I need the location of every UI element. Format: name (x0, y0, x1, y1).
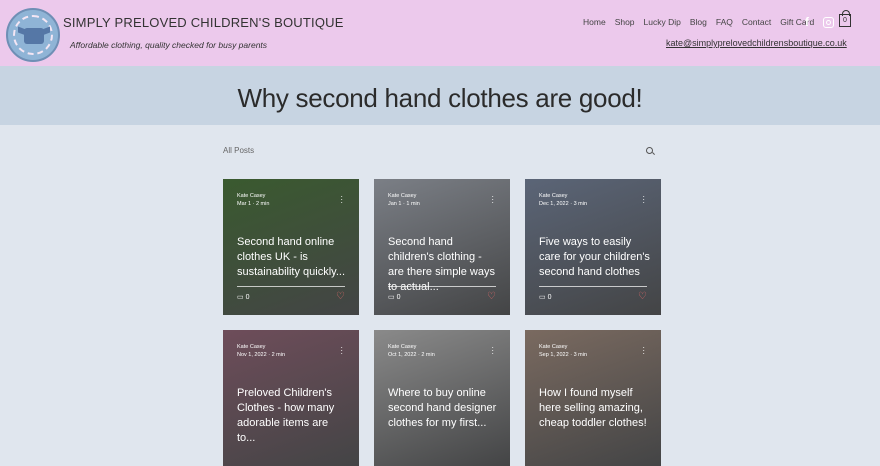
like-heart-icon[interactable]: ♡ (336, 291, 345, 302)
nav-contact[interactable]: Contact (742, 17, 771, 27)
more-options-icon[interactable]: · · · (491, 344, 494, 358)
post-read-time: 3 min (573, 201, 588, 207)
post-author[interactable]: Kate Casey (237, 343, 285, 351)
post-author[interactable]: Kate Casey (388, 192, 420, 200)
blog-card[interactable]: Kate Casey Oct 1, 2022 · 2 min · · · Where… (374, 330, 510, 466)
post-date: Nov 1, 2022 (237, 352, 267, 358)
search-icon[interactable] (646, 147, 653, 154)
instagram-icon[interactable] (823, 16, 834, 28)
post-meta: Kate Casey Dec 1, 2022 · 3 min (539, 192, 588, 207)
nav-home[interactable]: Home (583, 17, 606, 27)
brand-logo[interactable] (6, 8, 60, 62)
post-author[interactable]: Kate Casey (388, 343, 435, 351)
post-date: Sep 1, 2022 (539, 352, 569, 358)
post-date: Mar 1 (237, 201, 252, 207)
divider (539, 286, 647, 287)
social-links: f (805, 16, 834, 28)
brand-tagline: Affordable clothing, quality checked for… (70, 40, 268, 50)
post-meta: Kate Casey Mar 1 · 2 min (237, 192, 270, 207)
more-options-icon[interactable]: · · · (491, 193, 494, 207)
post-meta: Kate Casey Sep 1, 2022 · 3 min (539, 343, 588, 358)
more-options-icon[interactable]: · · · (340, 193, 343, 207)
facebook-icon[interactable]: f (805, 16, 815, 28)
hero-banner: Why second hand clothes are good! (0, 66, 880, 125)
post-date: Oct 1, 2022 (388, 352, 417, 358)
post-title[interactable]: Where to buy online second hand designer… (388, 386, 500, 431)
post-date: Dec 1, 2022 (539, 201, 569, 207)
nav-faq[interactable]: FAQ (716, 17, 733, 27)
brand-name[interactable]: SIMPLY PRELOVED CHILDREN'S BOUTIQUE (63, 15, 344, 30)
email-link[interactable]: kate@simplyprelovedchildrensboutique.co.… (666, 38, 847, 48)
post-date: Jan 1 (388, 201, 402, 207)
divider (388, 286, 496, 287)
post-meta: Kate Casey Oct 1, 2022 · 2 min (388, 343, 435, 358)
like-heart-icon[interactable]: ♡ (487, 291, 496, 302)
more-options-icon[interactable]: · · · (642, 344, 645, 358)
page-title: Why second hand clothes are good! (237, 83, 643, 113)
all-posts-filter[interactable]: All Posts (223, 146, 254, 155)
nav-shop[interactable]: Shop (615, 17, 635, 27)
blog-card[interactable]: Kate Casey Jan 1 · 1 min · · · Second hand… (374, 179, 510, 315)
blog-card[interactable]: Kate Casey Nov 1, 2022 · 2 min · · · Prelo… (223, 330, 359, 466)
post-title[interactable]: How I found myself here selling amazing,… (539, 386, 651, 431)
more-options-icon[interactable]: · · · (340, 344, 343, 358)
divider (237, 286, 345, 287)
post-read-time: 2 min (421, 352, 435, 358)
post-author[interactable]: Kate Casey (539, 343, 587, 351)
more-options-icon[interactable]: · · · (642, 193, 645, 207)
blog-card[interactable]: Kate Casey Mar 1 · 2 min · · · Second hand… (223, 179, 359, 315)
blog-card[interactable]: Kate Casey Dec 1, 2022 · 3 min · · · Five … (525, 179, 661, 315)
like-heart-icon[interactable]: ♡ (638, 291, 647, 302)
post-title[interactable]: Five ways to easily care for your childr… (539, 235, 651, 280)
nav-lucky-dip[interactable]: Lucky Dip (644, 17, 681, 27)
post-title[interactable]: Second hand online clothes UK - is susta… (237, 235, 349, 280)
site-header: SIMPLY PRELOVED CHILDREN'S BOUTIQUE Affo… (0, 0, 880, 66)
post-author[interactable]: Kate Casey (237, 192, 269, 200)
post-read-time: 1 min (406, 201, 420, 207)
nav-blog[interactable]: Blog (690, 17, 707, 27)
post-read-time: 3 min (573, 352, 588, 358)
post-read-time: 2 min (255, 201, 270, 207)
post-meta: Kate Casey Jan 1 · 1 min (388, 192, 420, 207)
main-nav: Home Shop Lucky Dip Blog FAQ Contact Gif… (583, 17, 823, 27)
comments-count[interactable]: ▭ 0 (237, 293, 249, 301)
comments-count[interactable]: ▭ 0 (388, 293, 400, 301)
cart-count: 0 (843, 17, 847, 24)
post-read-time: 2 min (271, 352, 286, 358)
comments-count[interactable]: ▭ 0 (539, 293, 551, 301)
post-author[interactable]: Kate Casey (539, 192, 587, 200)
blog-card[interactable]: Kate Casey Sep 1, 2022 · 3 min · · · How I… (525, 330, 661, 466)
post-title[interactable]: Preloved Children's Clothes - how many a… (237, 386, 349, 446)
cart-icon[interactable]: 0 (839, 10, 851, 27)
post-meta: Kate Casey Nov 1, 2022 · 2 min (237, 343, 286, 358)
